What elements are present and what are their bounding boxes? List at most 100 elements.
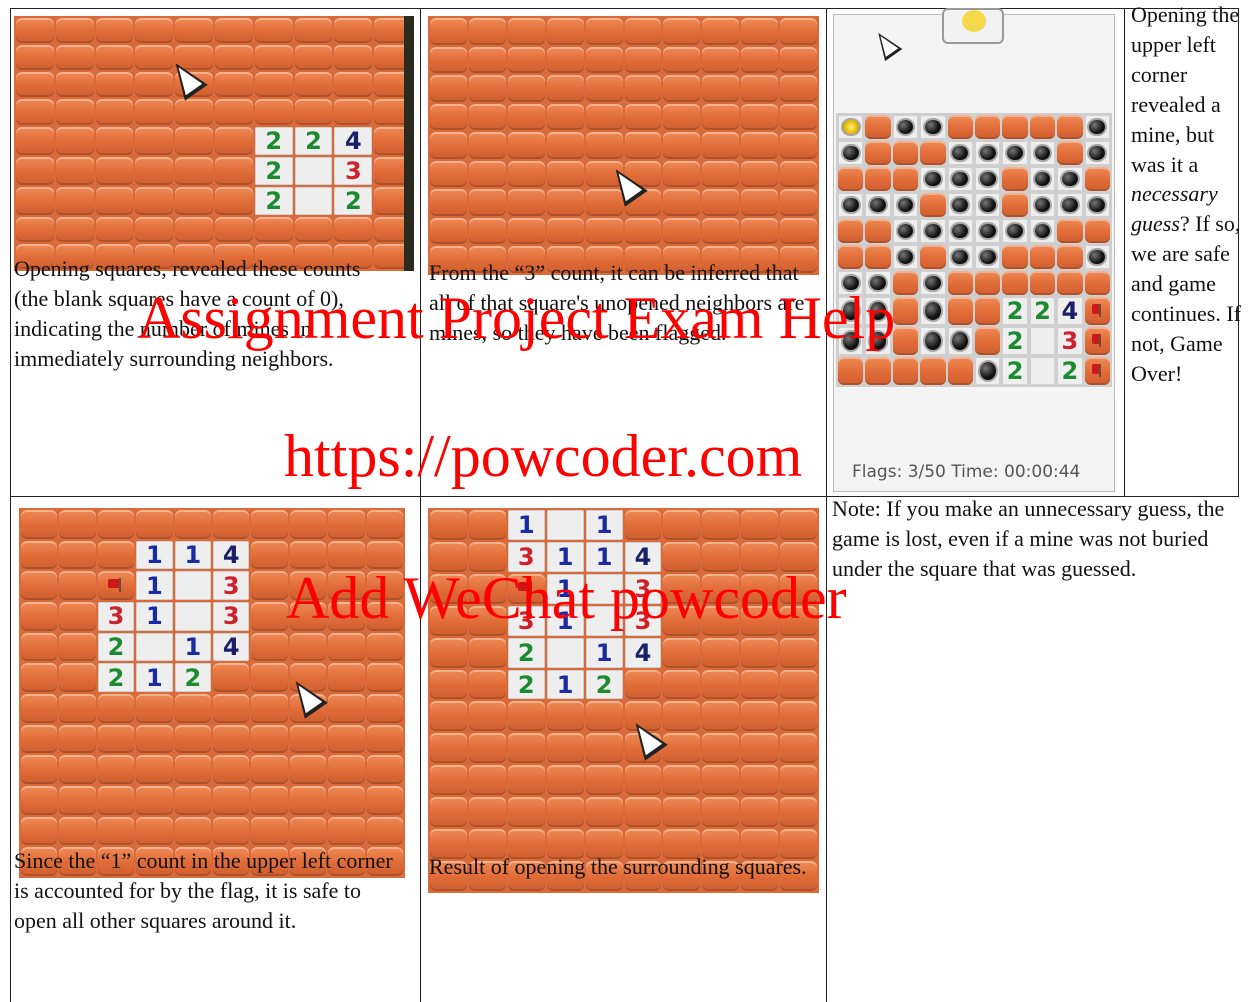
closed-square[interactable] — [741, 797, 779, 828]
closed-square[interactable] — [97, 510, 135, 539]
closed-square[interactable] — [97, 540, 135, 570]
closed-square[interactable] — [892, 271, 919, 295]
closed-square[interactable] — [174, 816, 211, 846]
open-square[interactable]: 2 — [294, 126, 333, 155]
closed-square[interactable] — [334, 18, 373, 44]
closed-square[interactable] — [702, 797, 740, 828]
closed-square[interactable] — [507, 797, 545, 828]
open-square[interactable]: 1 — [507, 510, 545, 540]
closed-square[interactable] — [97, 724, 135, 754]
closed-square[interactable] — [430, 132, 467, 159]
open-square[interactable]: 4 — [334, 126, 373, 155]
open-square[interactable]: 4 — [1057, 297, 1083, 325]
closed-square[interactable] — [741, 160, 779, 188]
closed-square[interactable] — [328, 632, 365, 662]
closed-square[interactable] — [214, 18, 253, 44]
closed-square[interactable] — [585, 217, 623, 245]
closed-square[interactable] — [430, 637, 467, 668]
closed-square[interactable] — [507, 733, 545, 764]
closed-square[interactable] — [741, 765, 779, 796]
closed-square[interactable] — [507, 46, 545, 74]
closed-square[interactable] — [16, 72, 54, 98]
mine-icon[interactable] — [1084, 141, 1110, 165]
closed-square[interactable] — [430, 75, 467, 102]
open-square[interactable]: 2 — [254, 126, 293, 155]
closed-square[interactable] — [174, 785, 211, 815]
closed-square[interactable] — [251, 601, 288, 631]
closed-square[interactable] — [663, 217, 701, 245]
closed-square[interactable] — [741, 510, 779, 540]
closed-square[interactable] — [546, 46, 584, 74]
open-square[interactable]: 1 — [174, 632, 211, 662]
closed-square[interactable] — [136, 816, 173, 846]
mine-icon[interactable] — [1084, 245, 1110, 269]
closed-square[interactable] — [702, 46, 740, 74]
closed-square[interactable] — [294, 18, 333, 44]
open-square[interactable]: 1 — [136, 663, 173, 692]
closed-square[interactable] — [55, 156, 94, 185]
closed-square[interactable] — [21, 785, 58, 815]
closed-square[interactable] — [334, 72, 373, 98]
closed-square[interactable] — [468, 637, 506, 668]
closed-square[interactable] — [702, 669, 740, 700]
open-square[interactable]: 2 — [334, 186, 373, 215]
closed-square[interactable] — [214, 72, 253, 98]
flag-icon[interactable] — [1084, 327, 1110, 355]
smiley-button[interactable] — [942, 8, 1004, 44]
mine-icon[interactable] — [892, 245, 919, 269]
open-square[interactable] — [546, 637, 584, 668]
closed-square[interactable] — [702, 733, 740, 764]
mine-icon[interactable] — [1084, 115, 1110, 139]
closed-square[interactable] — [546, 765, 584, 796]
mine-icon[interactable] — [947, 245, 973, 269]
open-square[interactable]: 4 — [213, 632, 250, 662]
open-square[interactable]: 2 — [97, 632, 135, 662]
closed-square[interactable] — [328, 693, 365, 723]
closed-square[interactable] — [468, 701, 506, 732]
closed-square[interactable] — [430, 18, 467, 45]
closed-square[interactable] — [585, 18, 623, 45]
closed-square[interactable] — [865, 167, 891, 191]
open-square[interactable]: 1 — [136, 540, 173, 570]
mine-icon[interactable] — [838, 193, 864, 217]
closed-square[interactable] — [97, 755, 135, 784]
closed-square[interactable] — [430, 510, 467, 540]
closed-square[interactable] — [214, 186, 253, 215]
closed-square[interactable] — [624, 75, 662, 102]
open-square[interactable]: 3 — [334, 156, 373, 185]
open-square[interactable]: 1 — [136, 571, 173, 600]
closed-square[interactable] — [702, 103, 740, 131]
closed-square[interactable] — [624, 18, 662, 45]
closed-square[interactable] — [741, 132, 779, 159]
mine-icon[interactable] — [892, 193, 919, 217]
closed-square[interactable] — [663, 637, 701, 668]
closed-square[interactable] — [55, 216, 94, 242]
closed-square[interactable] — [468, 669, 506, 700]
closed-square[interactable] — [251, 724, 288, 754]
closed-square[interactable] — [21, 510, 58, 539]
closed-square[interactable] — [175, 126, 213, 155]
closed-square[interactable] — [135, 156, 174, 185]
closed-square[interactable] — [59, 693, 96, 723]
open-square[interactable]: 2 — [1029, 297, 1056, 325]
closed-square[interactable] — [16, 156, 54, 185]
closed-square[interactable] — [780, 46, 817, 74]
closed-square[interactable] — [865, 219, 891, 243]
closed-square[interactable] — [624, 103, 662, 131]
closed-square[interactable] — [334, 45, 373, 71]
open-square[interactable]: 1 — [585, 510, 623, 540]
open-square[interactable]: 2 — [507, 669, 545, 700]
closed-square[interactable] — [702, 510, 740, 540]
closed-square[interactable] — [1002, 245, 1028, 269]
closed-square[interactable] — [328, 724, 365, 754]
closed-square[interactable] — [213, 724, 250, 754]
closed-square[interactable] — [663, 18, 701, 45]
closed-square[interactable] — [624, 510, 662, 540]
closed-square[interactable] — [55, 186, 94, 215]
closed-square[interactable] — [468, 75, 506, 102]
closed-square[interactable] — [1084, 167, 1110, 191]
closed-square[interactable] — [865, 245, 891, 269]
mine-icon[interactable] — [920, 327, 946, 355]
mine-icon[interactable] — [1084, 193, 1110, 217]
mine-icon[interactable] — [1029, 167, 1056, 191]
